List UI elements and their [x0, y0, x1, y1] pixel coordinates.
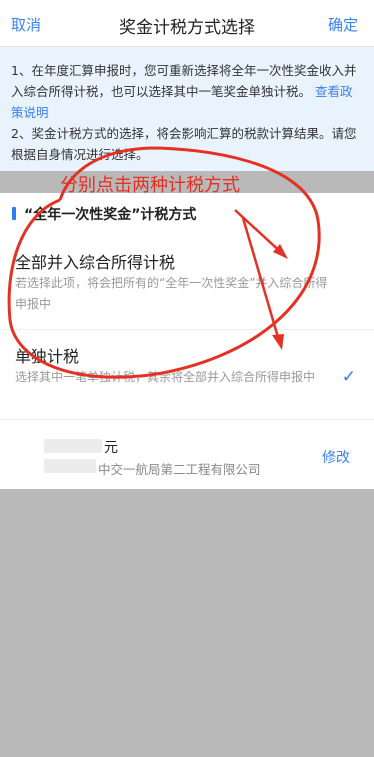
bonus-row: 元 中交一航局第二工程有限公司 修改 — [0, 423, 374, 483]
option-desc: 若选择此项，将会把所有的“全年一次性奖金”并入综合所得申报中 — [15, 276, 328, 311]
option-name: 全部并入综合所得计税 — [15, 253, 176, 272]
notice-text-2: 2、奖金计税方式的选择，将会影响汇算的税款计算结果。请您根据自身情况进行选择。 — [11, 126, 357, 162]
section-title: “全年一次性奖金”计税方式 — [24, 207, 197, 223]
check-icon: ✓ — [341, 367, 356, 387]
company-name: 中交一航局第二工程有限公司 — [98, 462, 261, 477]
page-title: 奖金计税方式选择 — [119, 18, 255, 38]
amount-suffix: 元 — [104, 440, 118, 456]
notice-panel: 1、在年度汇算申报时，您可重新选择将全年一次性奖金收入并入综合所得计税，也可以选… — [0, 47, 374, 171]
annotation-text: 分别点击两种计税方式 — [60, 175, 240, 196]
option-separate-tax[interactable]: 单独计税 选择其中一笔单独计税，其余将全部并入综合所得申报中 ✓ — [0, 333, 374, 420]
section-marker — [12, 207, 16, 220]
option-name: 单独计税 — [15, 347, 80, 366]
option-desc: 选择其中一笔单独计税，其余将全部并入综合所得申报中 — [15, 370, 316, 384]
confirm-button[interactable]: 确定 — [328, 14, 358, 35]
option-merge-income[interactable]: 全部并入综合所得计税 若选择此项，将会把所有的“全年一次性奖金”并入综合所得申报… — [0, 243, 374, 330]
redacted-amount — [44, 439, 102, 453]
tax-method-card: “全年一次性奖金”计税方式 全部并入综合所得计税 若选择此项，将会把所有的“全年… — [0, 193, 374, 489]
section-header: “全年一次性奖金”计税方式 — [0, 203, 374, 225]
modify-button[interactable]: 修改 — [322, 447, 350, 467]
redacted-text — [44, 459, 96, 473]
notice-text-1: 1、在年度汇算申报时，您可重新选择将全年一次性奖金收入并入综合所得计税，也可以选… — [11, 63, 357, 99]
top-bar: 取消 奖金计税方式选择 确定 — [0, 0, 374, 47]
